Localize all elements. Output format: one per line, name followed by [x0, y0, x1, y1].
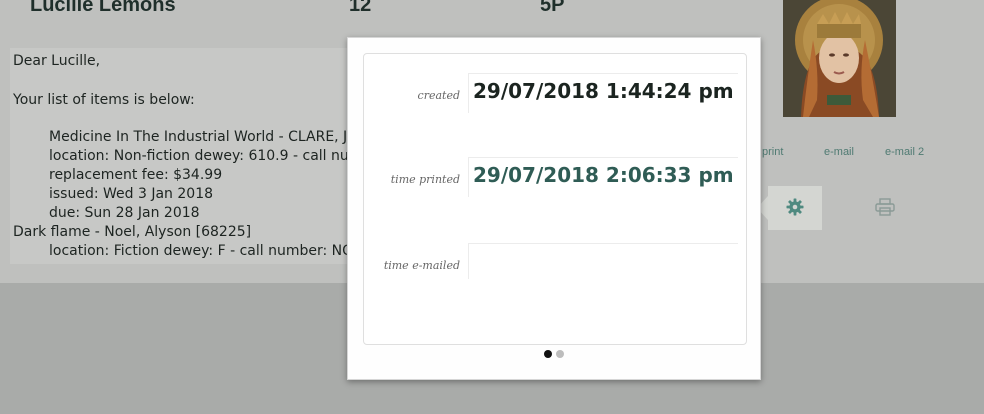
avatar-image [783, 0, 896, 117]
email-link[interactable]: e-mail [824, 146, 854, 158]
row-divider [468, 243, 469, 279]
emailed-label: time e-mailed [383, 259, 460, 272]
email-2-link[interactable]: e-mail 2 [885, 146, 924, 158]
page-dot[interactable] [556, 350, 564, 358]
item-location: location: Fiction dewey: F - call number… [49, 243, 360, 259]
printed-label: time printed [390, 173, 460, 186]
printer-icon[interactable] [875, 198, 895, 216]
item-title: Dark flame - Noel, Alyson [68225] [13, 224, 252, 240]
item-fee: replacement fee: $34.99 [49, 167, 223, 183]
letter-intro: Your list of items is below: [13, 92, 195, 108]
created-value: 29/07/2018 1:44:24 pm [473, 79, 734, 103]
timestamps-card: created 29/07/2018 1:44:24 pm time print… [363, 53, 747, 345]
row-divider [468, 73, 738, 74]
created-label: created [417, 89, 460, 102]
patron-count: 12 [349, 0, 372, 16]
row-divider [468, 157, 738, 158]
row-divider [468, 243, 738, 244]
page-dot-active[interactable] [544, 350, 552, 358]
item-title: Medicine In The Industrial World - CLARE… [49, 129, 360, 145]
letter-preview: Dear Lucille, Your list of items is belo… [10, 48, 360, 264]
printed-value: 29/07/2018 2:06:33 pm [473, 163, 734, 187]
row-divider [468, 73, 469, 113]
patron-name: Lucille Lemons [30, 0, 176, 16]
item-due: due: Sun 28 Jan 2018 [49, 205, 200, 221]
item-location: location: Non-fiction dewey: 610.9 - cal… [49, 148, 360, 164]
item-issued: issued: Wed 3 Jan 2018 [49, 186, 214, 202]
gear-icon[interactable] [786, 198, 804, 216]
timestamps-popover: created 29/07/2018 1:44:24 pm time print… [347, 37, 761, 380]
print-link[interactable]: print [762, 146, 783, 158]
row-divider [468, 157, 469, 197]
letter-greeting: Dear Lucille, [13, 53, 101, 69]
patron-code: 5P [540, 0, 565, 16]
patron-avatar [783, 0, 896, 117]
